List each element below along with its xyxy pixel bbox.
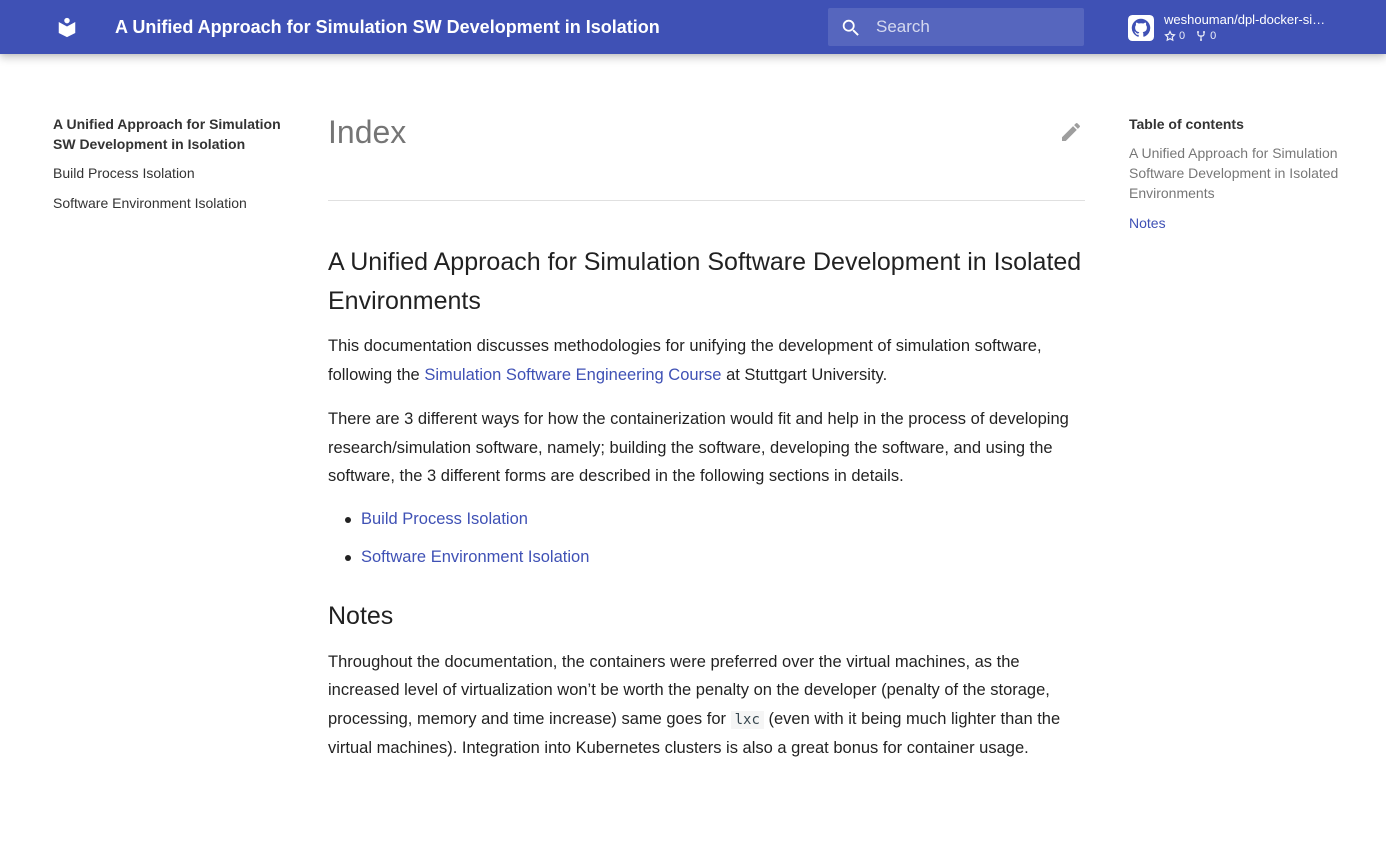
book-logo-icon[interactable] [56, 16, 78, 38]
list-item: Software Environment Isolation [328, 545, 1085, 569]
bullet [345, 554, 351, 561]
forks-count: 0 [1195, 30, 1216, 42]
search-box[interactable] [828, 8, 1084, 46]
fork-icon [1197, 31, 1206, 41]
title-divider [328, 200, 1085, 201]
section-heading-unified-approach: A Unified Approach for Simulation Softwa… [328, 248, 1082, 315]
toc-title: Table of contents [1129, 116, 1244, 132]
primary-navigation: A Unified Approach for Simulation SW Dev… [53, 114, 283, 223]
intro-text-after: at Stuttgart University. [721, 365, 888, 384]
github-icon [1128, 15, 1154, 41]
forks-value: 0 [1210, 30, 1217, 42]
repo-facts: 0 0 [1164, 30, 1216, 42]
repo-name: weshouman/dpl-docker-si… [1164, 12, 1326, 27]
top-header: A Unified Approach for Simulation SW Dev… [0, 0, 1386, 54]
repo-link[interactable]: weshouman/dpl-docker-si… 0 0 [1128, 11, 1358, 45]
notes-paragraph: Throughout the documentation, the contai… [328, 648, 1085, 763]
search-icon [840, 17, 862, 39]
nav-item-build-process-isolation[interactable]: Build Process Isolation [53, 163, 283, 183]
stars-count: 0 [1164, 30, 1185, 42]
page-title: Index [328, 114, 407, 150]
link-software-environment-isolation[interactable]: Software Environment Isolation [361, 548, 589, 566]
link-build-process-isolation[interactable]: Build Process Isolation [361, 510, 528, 528]
lxc-code: lxc [730, 710, 764, 729]
nav-item-software-environment-isolation[interactable]: Software Environment Isolation [53, 193, 283, 213]
section-links-list: Build Process Isolation Software Environ… [328, 507, 1085, 569]
edit-pencil-icon[interactable] [1059, 120, 1083, 144]
list-item: Build Process Isolation [328, 507, 1085, 531]
table-of-contents: Table of contents A Unified Approach for… [1129, 114, 1339, 243]
course-link[interactable]: Simulation Software Engineering Course [424, 366, 721, 384]
section-heading-notes: Notes [328, 601, 394, 630]
search-input[interactable] [872, 8, 1080, 46]
stars-value: 0 [1179, 30, 1186, 42]
main-content: Index A Unified Approach for Simulation … [328, 108, 1085, 763]
star-icon [1164, 30, 1176, 42]
toc-item-unified-approach[interactable]: A Unified Approach for Simulation Softwa… [1129, 143, 1339, 203]
bullet [345, 516, 351, 523]
toc-item-notes[interactable]: Notes [1129, 213, 1339, 233]
intro-paragraph: This documentation discusses methodologi… [328, 332, 1085, 389]
nav-title[interactable]: A Unified Approach for Simulation SW Dev… [53, 114, 283, 154]
site-title: A Unified Approach for Simulation SW Dev… [115, 17, 660, 37]
containerization-paragraph: There are 3 different ways for how the c… [328, 410, 1069, 485]
